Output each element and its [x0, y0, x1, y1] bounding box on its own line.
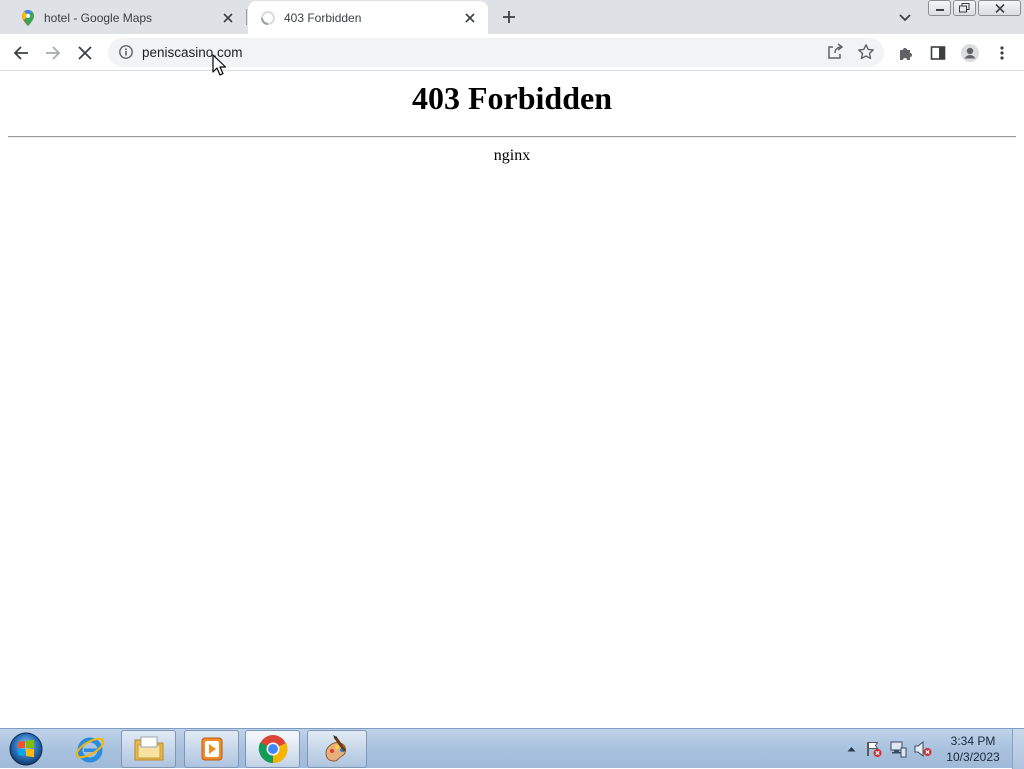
tab-title: hotel - Google Maps	[44, 10, 153, 25]
back-arrow-icon[interactable]	[8, 40, 34, 66]
start-orb-icon[interactable]	[4, 730, 48, 768]
paint-app-icon[interactable]	[307, 730, 367, 768]
close-window-button[interactable]	[978, 0, 1021, 16]
forward-arrow-icon[interactable]	[40, 40, 66, 66]
tab-strip: hotel - Google Maps 403 Forbidden	[0, 0, 1024, 34]
share-icon[interactable]	[826, 43, 844, 61]
profile-icon[interactable]	[957, 40, 983, 66]
tab-separator	[246, 9, 247, 25]
loading-spinner-icon	[260, 10, 276, 26]
system-clock[interactable]: 3:34 PM 10/3/2023	[940, 733, 1006, 765]
action-center-flag-icon[interactable]	[864, 730, 884, 768]
stop-loading-icon[interactable]	[72, 40, 98, 66]
internet-explorer-icon[interactable]	[66, 730, 114, 768]
browser-toolbar: peniscasino.com	[0, 34, 1024, 71]
google-maps-pin-icon	[20, 9, 36, 26]
file-explorer-icon[interactable]	[121, 730, 176, 768]
menu-kebab-icon[interactable]	[989, 40, 1015, 66]
side-panel-icon[interactable]	[925, 40, 951, 66]
show-hidden-icons-chevron-icon[interactable]	[844, 730, 858, 768]
url-text[interactable]: peniscasino.com	[142, 45, 243, 60]
page-title: 403 Forbidden	[411, 80, 613, 116]
volume-muted-icon[interactable]	[912, 730, 934, 768]
tab-title: 403 Forbidden	[284, 10, 362, 25]
server-signature: nginx	[493, 147, 531, 164]
tab-search-chevron-icon[interactable]	[894, 8, 916, 28]
mouse-cursor-icon	[212, 54, 227, 76]
clock-time: 3:34 PM	[950, 734, 996, 748]
network-icon[interactable]	[888, 730, 908, 768]
new-tab-button[interactable]	[498, 6, 520, 28]
page-content: 403 Forbidden nginx	[0, 72, 1024, 728]
divider	[8, 136, 1016, 138]
minimize-button[interactable]	[928, 0, 951, 16]
window-controls	[928, 0, 1021, 17]
close-tab-icon[interactable]	[218, 8, 238, 28]
clock-date: 10/3/2023	[946, 750, 1000, 764]
info-icon[interactable]	[118, 44, 134, 60]
tab-google-maps[interactable]: hotel - Google Maps	[8, 1, 246, 34]
restore-button[interactable]	[953, 0, 976, 16]
show-desktop-button[interactable]	[1012, 729, 1024, 769]
bookmark-star-icon[interactable]	[857, 43, 875, 61]
tab-403-forbidden[interactable]: 403 Forbidden	[248, 1, 488, 34]
chrome-icon[interactable]	[245, 730, 300, 768]
media-player-icon[interactable]	[184, 730, 239, 768]
extensions-puzzle-icon[interactable]	[893, 40, 919, 66]
taskbar: 3:34 PM 10/3/2023	[0, 728, 1024, 769]
close-tab-icon[interactable]	[460, 8, 480, 28]
